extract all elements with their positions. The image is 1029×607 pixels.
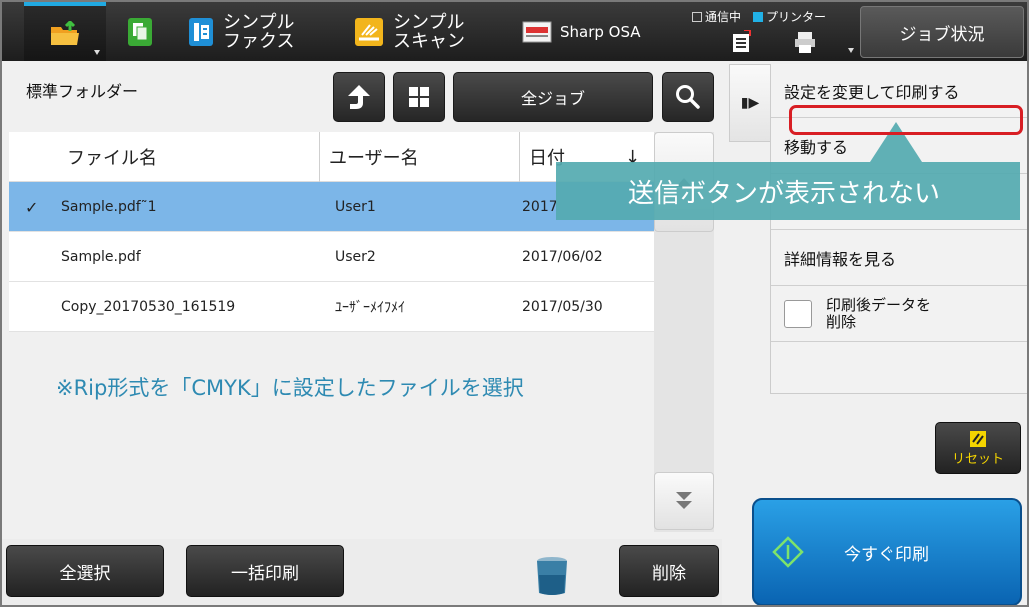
row-username: User2	[335, 249, 376, 265]
scan-label-line1: シンプル	[393, 11, 465, 33]
scan-label-line2: スキャン	[393, 30, 465, 52]
select-all-label: 全選択	[59, 563, 111, 584]
chevron-down-icon	[94, 50, 100, 55]
row-date: 2017/05/30	[522, 299, 603, 315]
reset-button[interactable]: リセット	[935, 422, 1021, 474]
annotation-highlight-box	[789, 105, 1023, 135]
simple-scan-label: シンプル スキャン	[393, 13, 465, 51]
top-bar: シンプル ファクス シンプル スキャン Sharp OSA 通信中 プリンター …	[2, 2, 1027, 61]
delete-after-print-line2: 削除	[826, 312, 857, 331]
status-indicators: 通信中 プリンター	[692, 8, 826, 25]
view-details-label: 詳細情報を見る	[784, 249, 897, 269]
delete-after-print-line1: 印刷後データを	[826, 295, 932, 314]
bulk-print-label: 一括印刷	[231, 563, 299, 584]
comm-status-label: 通信中	[705, 10, 742, 24]
up-arrow-icon	[348, 85, 370, 109]
reset-icon	[970, 430, 986, 447]
fax-icon	[189, 17, 213, 46]
all-jobs-label: 全ジョブ	[520, 89, 585, 108]
copy-icon	[128, 17, 152, 46]
trash-can-icon	[537, 557, 567, 595]
printer-job-icon	[795, 32, 815, 53]
simple-fax-button[interactable]: シンプル ファクス	[188, 2, 328, 61]
delete-after-print-item[interactable]: 印刷後データを 削除	[771, 286, 1027, 342]
row-username: ﾕｰｻﾞｰﾒｲﾌﾒｲ	[335, 300, 405, 316]
search-icon	[676, 85, 700, 109]
scan-icon	[355, 17, 383, 46]
bottom-action-bar: 全選択 一括印刷 削除	[2, 539, 722, 605]
folder-upload-icon	[51, 20, 79, 45]
printer-status-label: プリンター	[766, 10, 827, 24]
view-details-item[interactable]: 詳細情報を見る	[771, 230, 1027, 286]
reset-label: リセット	[951, 451, 1004, 467]
search-button[interactable]	[662, 72, 714, 122]
column-header-filename[interactable]: ファイル名	[67, 132, 157, 182]
chevron-down-icon	[848, 48, 854, 53]
fax-label-line2: ファクス	[223, 30, 295, 52]
delete-label: 削除	[652, 563, 686, 584]
sharp-osa-icon	[522, 21, 552, 42]
comm-indicator-icon	[692, 11, 702, 22]
grid-icon	[409, 87, 429, 107]
column-header-username[interactable]: ユーザー名	[329, 132, 419, 182]
scroll-to-bottom-button[interactable]	[654, 472, 714, 530]
parent-folder-button[interactable]	[333, 72, 385, 122]
row-date: 2017/06/02	[522, 249, 603, 265]
device-status-area: 通信中 プリンター	[686, 2, 858, 61]
action-panel-toggle[interactable]: ▮▶	[729, 64, 771, 142]
panel-collapse-icon: ▮▶	[740, 95, 760, 111]
job-status-button[interactable]: ジョブ状況	[860, 6, 1024, 58]
sharp-osa-label: Sharp OSA	[560, 22, 641, 41]
copy-button[interactable]	[120, 2, 160, 61]
all-jobs-button[interactable]: 全ジョブ	[453, 72, 653, 122]
folder-title: 標準フォルダー	[26, 82, 139, 101]
select-all-button[interactable]: 全選択	[6, 545, 164, 597]
thumbnail-view-button[interactable]	[393, 72, 445, 122]
document-filing-home-button[interactable]	[24, 2, 106, 61]
row-filename: Sample.pdf	[61, 249, 141, 265]
table-row[interactable]: Copy_20170530_161519 ﾕｰｻﾞｰﾒｲﾌﾒｲ 2017/05/…	[9, 282, 654, 332]
screen: シンプル ファクス シンプル スキャン Sharp OSA 通信中 プリンター …	[0, 0, 1029, 607]
simple-fax-label: シンプル ファクス	[223, 13, 294, 51]
printer-indicator-icon	[753, 11, 764, 22]
annotation-callout-text: 送信ボタンが表示されない	[628, 178, 941, 209]
start-diamond-icon	[772, 536, 804, 568]
double-chevron-down-icon	[676, 492, 692, 509]
bulk-print-button[interactable]: 一括印刷	[186, 545, 344, 597]
sharp-osa-button[interactable]: Sharp OSA	[522, 2, 672, 61]
row-filename: Copy_20170530_161519	[61, 299, 236, 315]
change-settings-print-label: 設定を変更して印刷する	[784, 82, 960, 102]
table-row[interactable]: Sample.pdf User2 2017/06/02	[9, 232, 654, 282]
delete-after-print-checkbox[interactable]	[784, 299, 812, 328]
row-username: User1	[335, 199, 376, 215]
fax-job-icon	[733, 30, 751, 52]
move-label: 移動する	[784, 137, 849, 157]
delete-after-print-label: 印刷後データを 削除	[826, 295, 932, 331]
print-now-label: 今すぐ印刷	[844, 544, 929, 565]
checkmark-icon: ✓	[25, 197, 39, 217]
print-now-button[interactable]: 今すぐ印刷	[752, 498, 1022, 605]
row-date: 2017	[522, 199, 558, 215]
fax-label-line1: シンプル	[223, 11, 295, 33]
job-status-label: ジョブ状況	[899, 24, 985, 45]
row-filename: Sample.pdf˜1	[61, 199, 157, 215]
annotation-callout: 送信ボタンが表示されない	[556, 162, 1020, 220]
delete-button[interactable]: 削除	[619, 545, 719, 597]
simple-scan-button[interactable]: シンプル スキャン	[354, 2, 494, 61]
instruction-note: ※Rip形式を「CMYK」に設定したファイルを選択	[56, 376, 524, 400]
